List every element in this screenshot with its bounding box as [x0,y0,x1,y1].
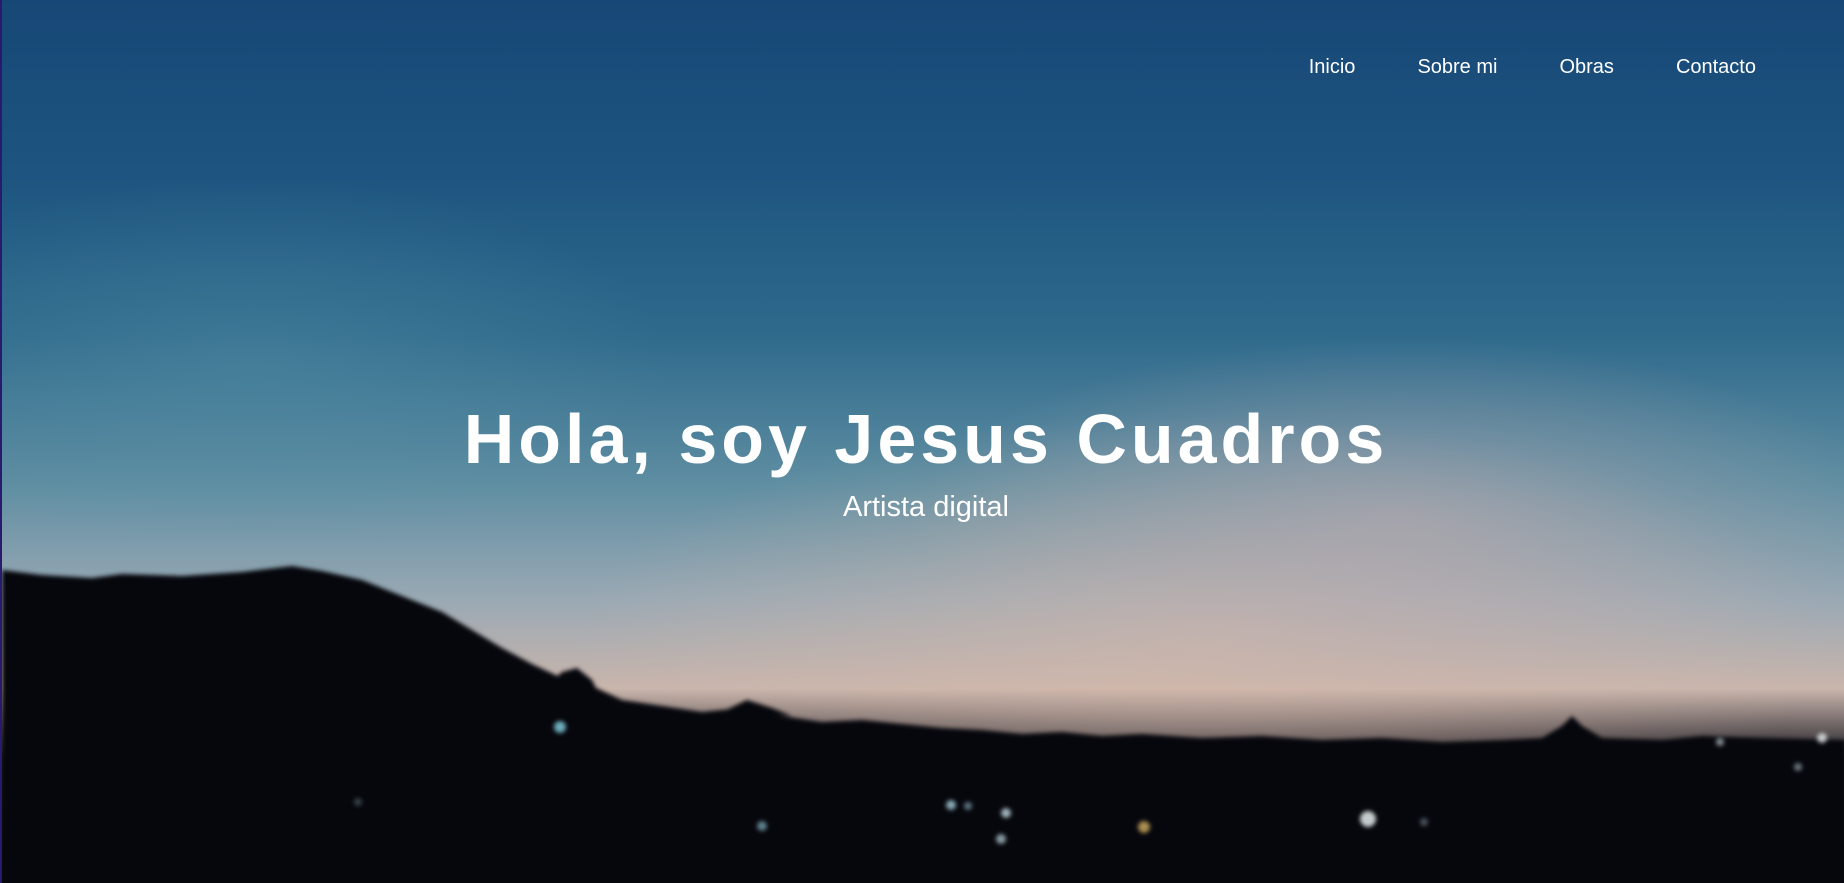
nav-link-inicio[interactable]: Inicio [1309,56,1356,79]
hill-silhouette [2,566,1844,883]
nav-link-sobre-mi[interactable]: Sobre mi [1417,56,1497,79]
main-nav: Inicio Sobre mi Obras Contacto [1309,56,1756,79]
nav-link-obras[interactable]: Obras [1559,56,1613,79]
hero-subtitle: Artista digital [842,491,1009,523]
hero-section: Inicio Sobre mi Obras Contacto Hola, soy… [0,0,1844,883]
nav-link-contacto[interactable]: Contacto [1676,56,1756,79]
hero-title: Hola, soy Jesus Cuadros [463,400,1389,478]
hero-text: Hola, soy Jesus Cuadros Artista digital [2,400,1844,524]
